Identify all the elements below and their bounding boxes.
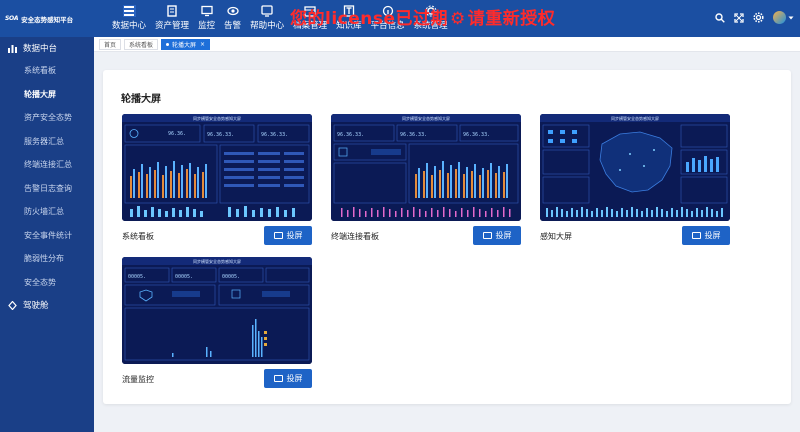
nav-monitor[interactable]: 监控 [198, 0, 215, 37]
cast-screen-button[interactable]: 投屏 [264, 369, 312, 388]
banner-text: 您的license已过期 [290, 9, 449, 29]
card-name: 终端连接看板 [331, 232, 379, 241]
nav-label: 监控 [198, 21, 216, 31]
screen-title: 同步横管安全态势感知大屏 [402, 115, 450, 121]
tab-carousel[interactable]: 轮播大屏 × [161, 38, 211, 50]
sidebar-item-firewall-summary[interactable]: 防火墙汇总 [0, 200, 94, 224]
sidebar-item-carousel[interactable]: 轮播大屏 [0, 83, 94, 107]
banner-text: 请重新授权 [467, 9, 556, 29]
screen-thumbnail[interactable]: 同步横管安全态势感知大屏 [540, 114, 730, 221]
screen-readout: 00005. [222, 274, 240, 280]
sidebar-item-system-board[interactable]: 系统看板 [0, 59, 94, 83]
app-logo[interactable]: SOA 安全态势感知平台 [0, 0, 94, 37]
tab-home[interactable]: 首页 [99, 38, 122, 50]
cast-label: 投屏 [704, 231, 721, 240]
sidebar: 数据中台 系统看板 轮播大屏 资产安全态势 服务器汇总 终端连接汇总 告警日志查… [0, 37, 94, 432]
app-title: 安全态势感知平台 [21, 15, 74, 24]
screen-title: 同步横管安全态势感知大屏 [193, 115, 241, 121]
screen-card: 同步横管安全态势感知大屏 感知大屏 投屏 [540, 114, 730, 245]
screen-thumbnail[interactable]: 同步横管安全态势感知大屏 00005. 00005. 00005. [122, 257, 312, 364]
close-icon[interactable]: × [200, 41, 205, 48]
help-icon [261, 5, 274, 17]
gear-icon: ⚙ [450, 9, 466, 29]
active-dot [166, 42, 170, 46]
screen-title: 同步横管安全态势感知大屏 [193, 258, 241, 264]
chevron-down-icon [788, 16, 794, 20]
nav-help[interactable]: 帮助中心 [250, 0, 284, 37]
sidebar-item-security-situation[interactable]: 安全态势 [0, 271, 94, 295]
screen-readout: 96.36.33. [207, 132, 234, 138]
nav-data-center[interactable]: 数据中心 [112, 0, 146, 37]
cast-label: 投屏 [286, 231, 303, 240]
tab-system-board[interactable]: 系统看板 [124, 38, 159, 50]
sidebar-item-vulnerability[interactable]: 脆弱性分布 [0, 247, 94, 271]
screen-cast-icon [482, 232, 492, 239]
sidebar-item-alarm-log[interactable]: 告警日志查询 [0, 177, 94, 201]
card-name: 感知大屏 [540, 232, 572, 241]
search-icon[interactable] [715, 12, 725, 23]
screen-card: 同步横管安全态势感知大屏 96.36.33. 96.36.33. 96.36.3… [331, 114, 521, 245]
nav-label: 资产管理 [155, 21, 190, 31]
cast-screen-button[interactable]: 投屏 [473, 226, 521, 245]
screen-readout: 96.36.33. [337, 132, 364, 138]
sidebar-item-asset-security[interactable]: 资产安全态势 [0, 106, 94, 130]
card-footer: 系统看板 投屏 [122, 226, 312, 245]
avatar-icon [773, 11, 786, 24]
tab-bar: 首页 系统看板 轮播大屏 × [94, 37, 800, 52]
nav-asset[interactable]: 资产管理 [155, 0, 189, 37]
sidebar-item-security-events[interactable]: 安全事件统计 [0, 224, 94, 248]
sidebar-item-terminal-summary[interactable]: 终端连接汇总 [0, 153, 94, 177]
screen-cast-icon [691, 232, 701, 239]
screen-readout: 00005. [128, 274, 146, 280]
nav-alarm[interactable]: 告警 [224, 0, 241, 37]
carousel-panel: 轮播大屏 同步横管安全态势感知大屏 96.36. 96.36.33. 96.36… [103, 70, 791, 404]
settings-icon[interactable] [753, 12, 764, 23]
screen-card: 同步横管安全态势感知大屏 96.36. 96.36.33. 96.36.33. [122, 114, 312, 245]
tab-label: 首页 [104, 41, 117, 49]
cockpit-icon [8, 300, 17, 310]
card-footer: 感知大屏 投屏 [540, 226, 730, 245]
screen-readout: 96.36.33. [400, 132, 427, 138]
sidebar-group-label: 驾驶舱 [23, 301, 49, 311]
screen-cast-icon [273, 375, 283, 382]
card-name: 系统看板 [122, 232, 154, 241]
toolbar [706, 11, 794, 24]
sidebar-group-cockpit[interactable]: 驾驶舱 [0, 294, 94, 316]
user-avatar[interactable] [773, 11, 794, 24]
card-name: 流量监控 [122, 375, 154, 384]
cast-screen-button[interactable]: 投屏 [264, 226, 312, 245]
screen-thumbnail[interactable]: 同步横管安全态势感知大屏 96.36.33. 96.36.33. 96.36.3… [331, 114, 521, 221]
panel-title: 轮播大屏 [121, 94, 161, 105]
cast-label: 投屏 [495, 231, 512, 240]
fullscreen-icon[interactable] [734, 12, 744, 23]
alarm-icon [226, 5, 239, 17]
nav-label: 告警 [224, 21, 242, 31]
bar-chart-icon [8, 44, 17, 53]
sidebar-group-label: 数据中台 [23, 44, 58, 54]
asset-icon [166, 5, 179, 17]
screen-title: 同步横管安全态势感知大屏 [611, 115, 659, 121]
logo-mark: SOA [5, 15, 19, 22]
monitor-icon [200, 5, 213, 17]
sidebar-group-data-platform[interactable]: 数据中台 [0, 37, 94, 59]
screen-card: 同步横管安全态势感知大屏 00005. 00005. 00005. 流量监控 投… [122, 257, 312, 388]
tab-label: 轮播大屏 [172, 41, 197, 49]
card-footer: 流量监控 投屏 [122, 369, 312, 388]
screen-readout: 96.36.33. [463, 132, 490, 138]
screen-readout: 96.36. [168, 131, 186, 137]
screen-readout: 96.36.33. [261, 132, 288, 138]
data-center-icon [122, 5, 136, 17]
license-expired-banner: 您的license已过期 ⚙ 请重新授权 [290, 4, 555, 29]
tab-label: 系统看板 [129, 41, 154, 49]
cast-label: 投屏 [286, 374, 303, 383]
nav-label: 数据中心 [112, 21, 147, 31]
sidebar-item-server-summary[interactable]: 服务器汇总 [0, 130, 94, 154]
nav-label: 帮助中心 [250, 21, 285, 31]
screen-readout: 00005. [175, 274, 193, 280]
screen-thumbnail[interactable]: 同步横管安全态势感知大屏 96.36. 96.36.33. 96.36.33. [122, 114, 312, 221]
screen-cast-icon [273, 232, 283, 239]
cast-screen-button[interactable]: 投屏 [682, 226, 730, 245]
card-footer: 终端连接看板 投屏 [331, 226, 521, 245]
